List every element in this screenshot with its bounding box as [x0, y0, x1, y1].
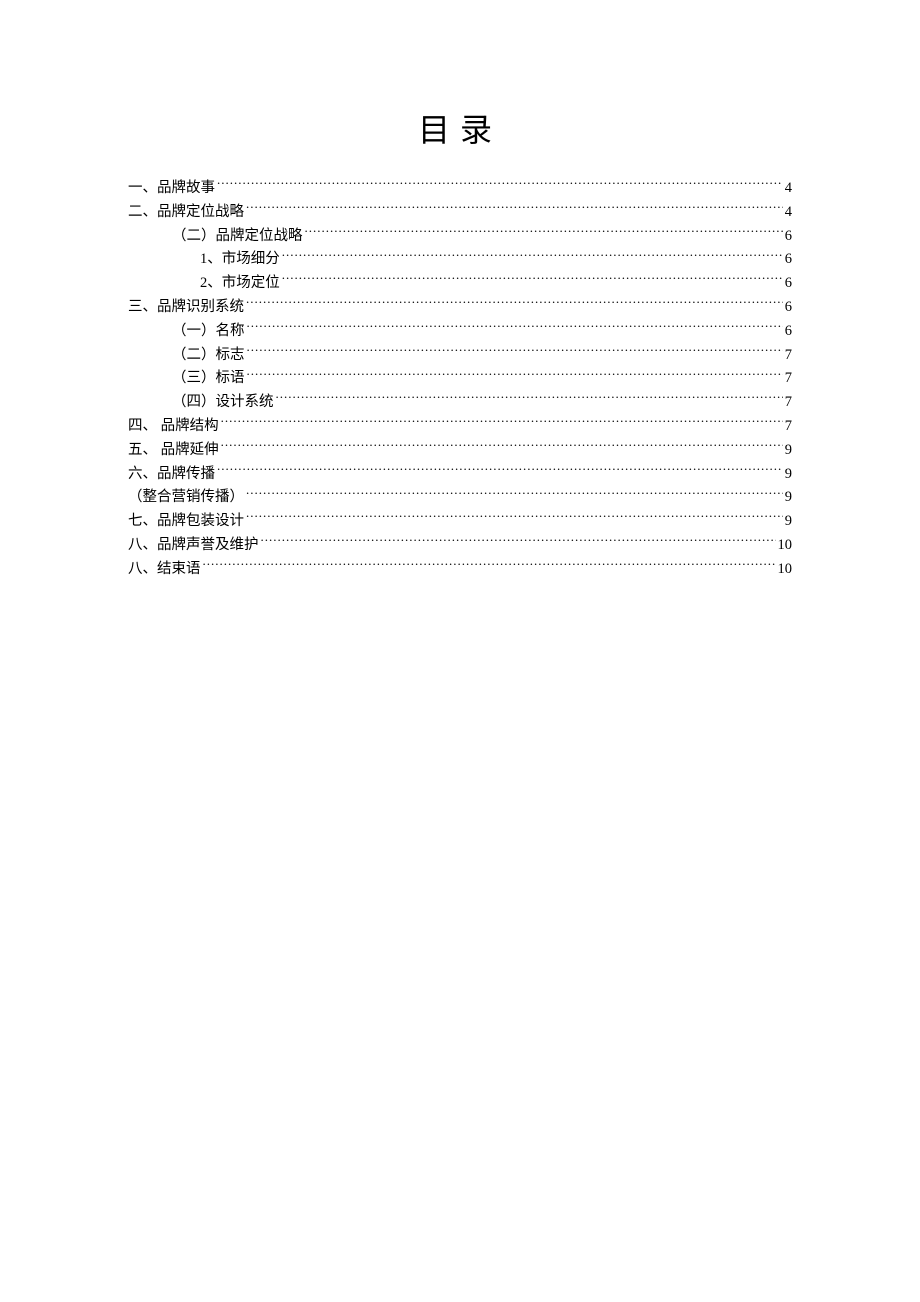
toc-entry-label: （二）品牌定位战略	[172, 225, 303, 249]
toc-leader-dots	[247, 368, 783, 383]
toc-entry-page: 10	[778, 558, 793, 582]
toc-entry: 2、市场定位 6	[128, 272, 792, 296]
toc-leader-dots	[221, 439, 783, 454]
toc-entry: 三、品牌识别系统 6	[128, 296, 792, 320]
toc-entry-label: （二）标志	[172, 344, 245, 368]
toc-entry-label: 五、 品牌延伸	[128, 439, 219, 463]
toc-entry-page: 7	[785, 415, 792, 439]
toc-leader-dots	[282, 249, 783, 264]
toc-entry-page: 4	[785, 177, 792, 201]
toc-entry-page: 9	[785, 486, 792, 510]
toc-entry-label: 三、品牌识别系统	[128, 296, 244, 320]
toc-entry-page: 4	[785, 201, 792, 225]
table-of-contents: 一、品牌故事 4 二、品牌定位战略 4 （二）品牌定位战略 6 1、市场细分 6 2、市场定位 6…	[128, 177, 792, 582]
toc-entry-label: 八、品牌声誉及维护	[128, 534, 259, 558]
toc-entry-page: 9	[785, 463, 792, 487]
toc-entry-label: （整合营销传播）	[128, 486, 244, 510]
toc-entry: 一、品牌故事 4	[128, 177, 792, 201]
toc-entry-page: 7	[785, 391, 792, 415]
toc-entry: （二）品牌定位战略 6	[128, 225, 792, 249]
toc-leader-dots	[247, 344, 783, 359]
toc-leader-dots	[217, 463, 783, 478]
toc-entry-label: （三）标语	[172, 367, 245, 391]
toc-entry-page: 6	[785, 296, 792, 320]
toc-leader-dots	[246, 511, 783, 526]
toc-leader-dots	[247, 320, 783, 335]
toc-entry-label: 四、 品牌结构	[128, 415, 219, 439]
toc-leader-dots	[203, 558, 776, 573]
toc-entry-label: 七、品牌包装设计	[128, 510, 244, 534]
toc-entry-label: 六、品牌传播	[128, 463, 215, 487]
page-title: 目录	[128, 105, 792, 151]
toc-entry-page: 6	[785, 320, 792, 344]
toc-entry-page: 9	[785, 439, 792, 463]
toc-entry-page: 7	[785, 344, 792, 368]
toc-entry-page: 6	[785, 225, 792, 249]
toc-entry-label: 2、市场定位	[200, 272, 280, 296]
toc-entry: 六、品牌传播 9	[128, 463, 792, 487]
toc-entry-page: 10	[778, 534, 793, 558]
toc-entry-page: 6	[785, 272, 792, 296]
toc-entry-label: 八、结束语	[128, 558, 201, 582]
toc-entry-label: 一、品牌故事	[128, 177, 215, 201]
toc-entry-label: 1、市场细分	[200, 248, 280, 272]
toc-entry: 七、品牌包装设计 9	[128, 510, 792, 534]
toc-leader-dots	[246, 201, 783, 216]
toc-entry: 四、 品牌结构 7	[128, 415, 792, 439]
toc-leader-dots	[305, 225, 783, 240]
toc-entry-page: 7	[785, 367, 792, 391]
toc-entry-page: 9	[785, 510, 792, 534]
toc-entry: 五、 品牌延伸 9	[128, 439, 792, 463]
toc-leader-dots	[246, 487, 783, 502]
toc-leader-dots	[246, 296, 783, 311]
toc-entry: 二、品牌定位战略 4	[128, 201, 792, 225]
toc-entry: （二）标志 7	[128, 344, 792, 368]
toc-entry: （整合营销传播） 9	[128, 486, 792, 510]
toc-entry: 八、品牌声誉及维护 10	[128, 534, 792, 558]
toc-entry-label: 二、品牌定位战略	[128, 201, 244, 225]
toc-leader-dots	[221, 415, 783, 430]
toc-entry-page: 6	[785, 248, 792, 272]
toc-entry: （一）名称 6	[128, 320, 792, 344]
toc-leader-dots	[261, 534, 776, 549]
toc-entry-label: （四）设计系统	[172, 391, 274, 415]
toc-entry: 八、结束语 10	[128, 558, 792, 582]
toc-entry-label: （一）名称	[172, 320, 245, 344]
toc-entry: （三）标语 7	[128, 367, 792, 391]
toc-leader-dots	[282, 273, 783, 288]
toc-leader-dots	[217, 178, 783, 193]
toc-entry: （四）设计系统 7	[128, 391, 792, 415]
toc-leader-dots	[276, 392, 783, 407]
toc-entry: 1、市场细分 6	[128, 248, 792, 272]
